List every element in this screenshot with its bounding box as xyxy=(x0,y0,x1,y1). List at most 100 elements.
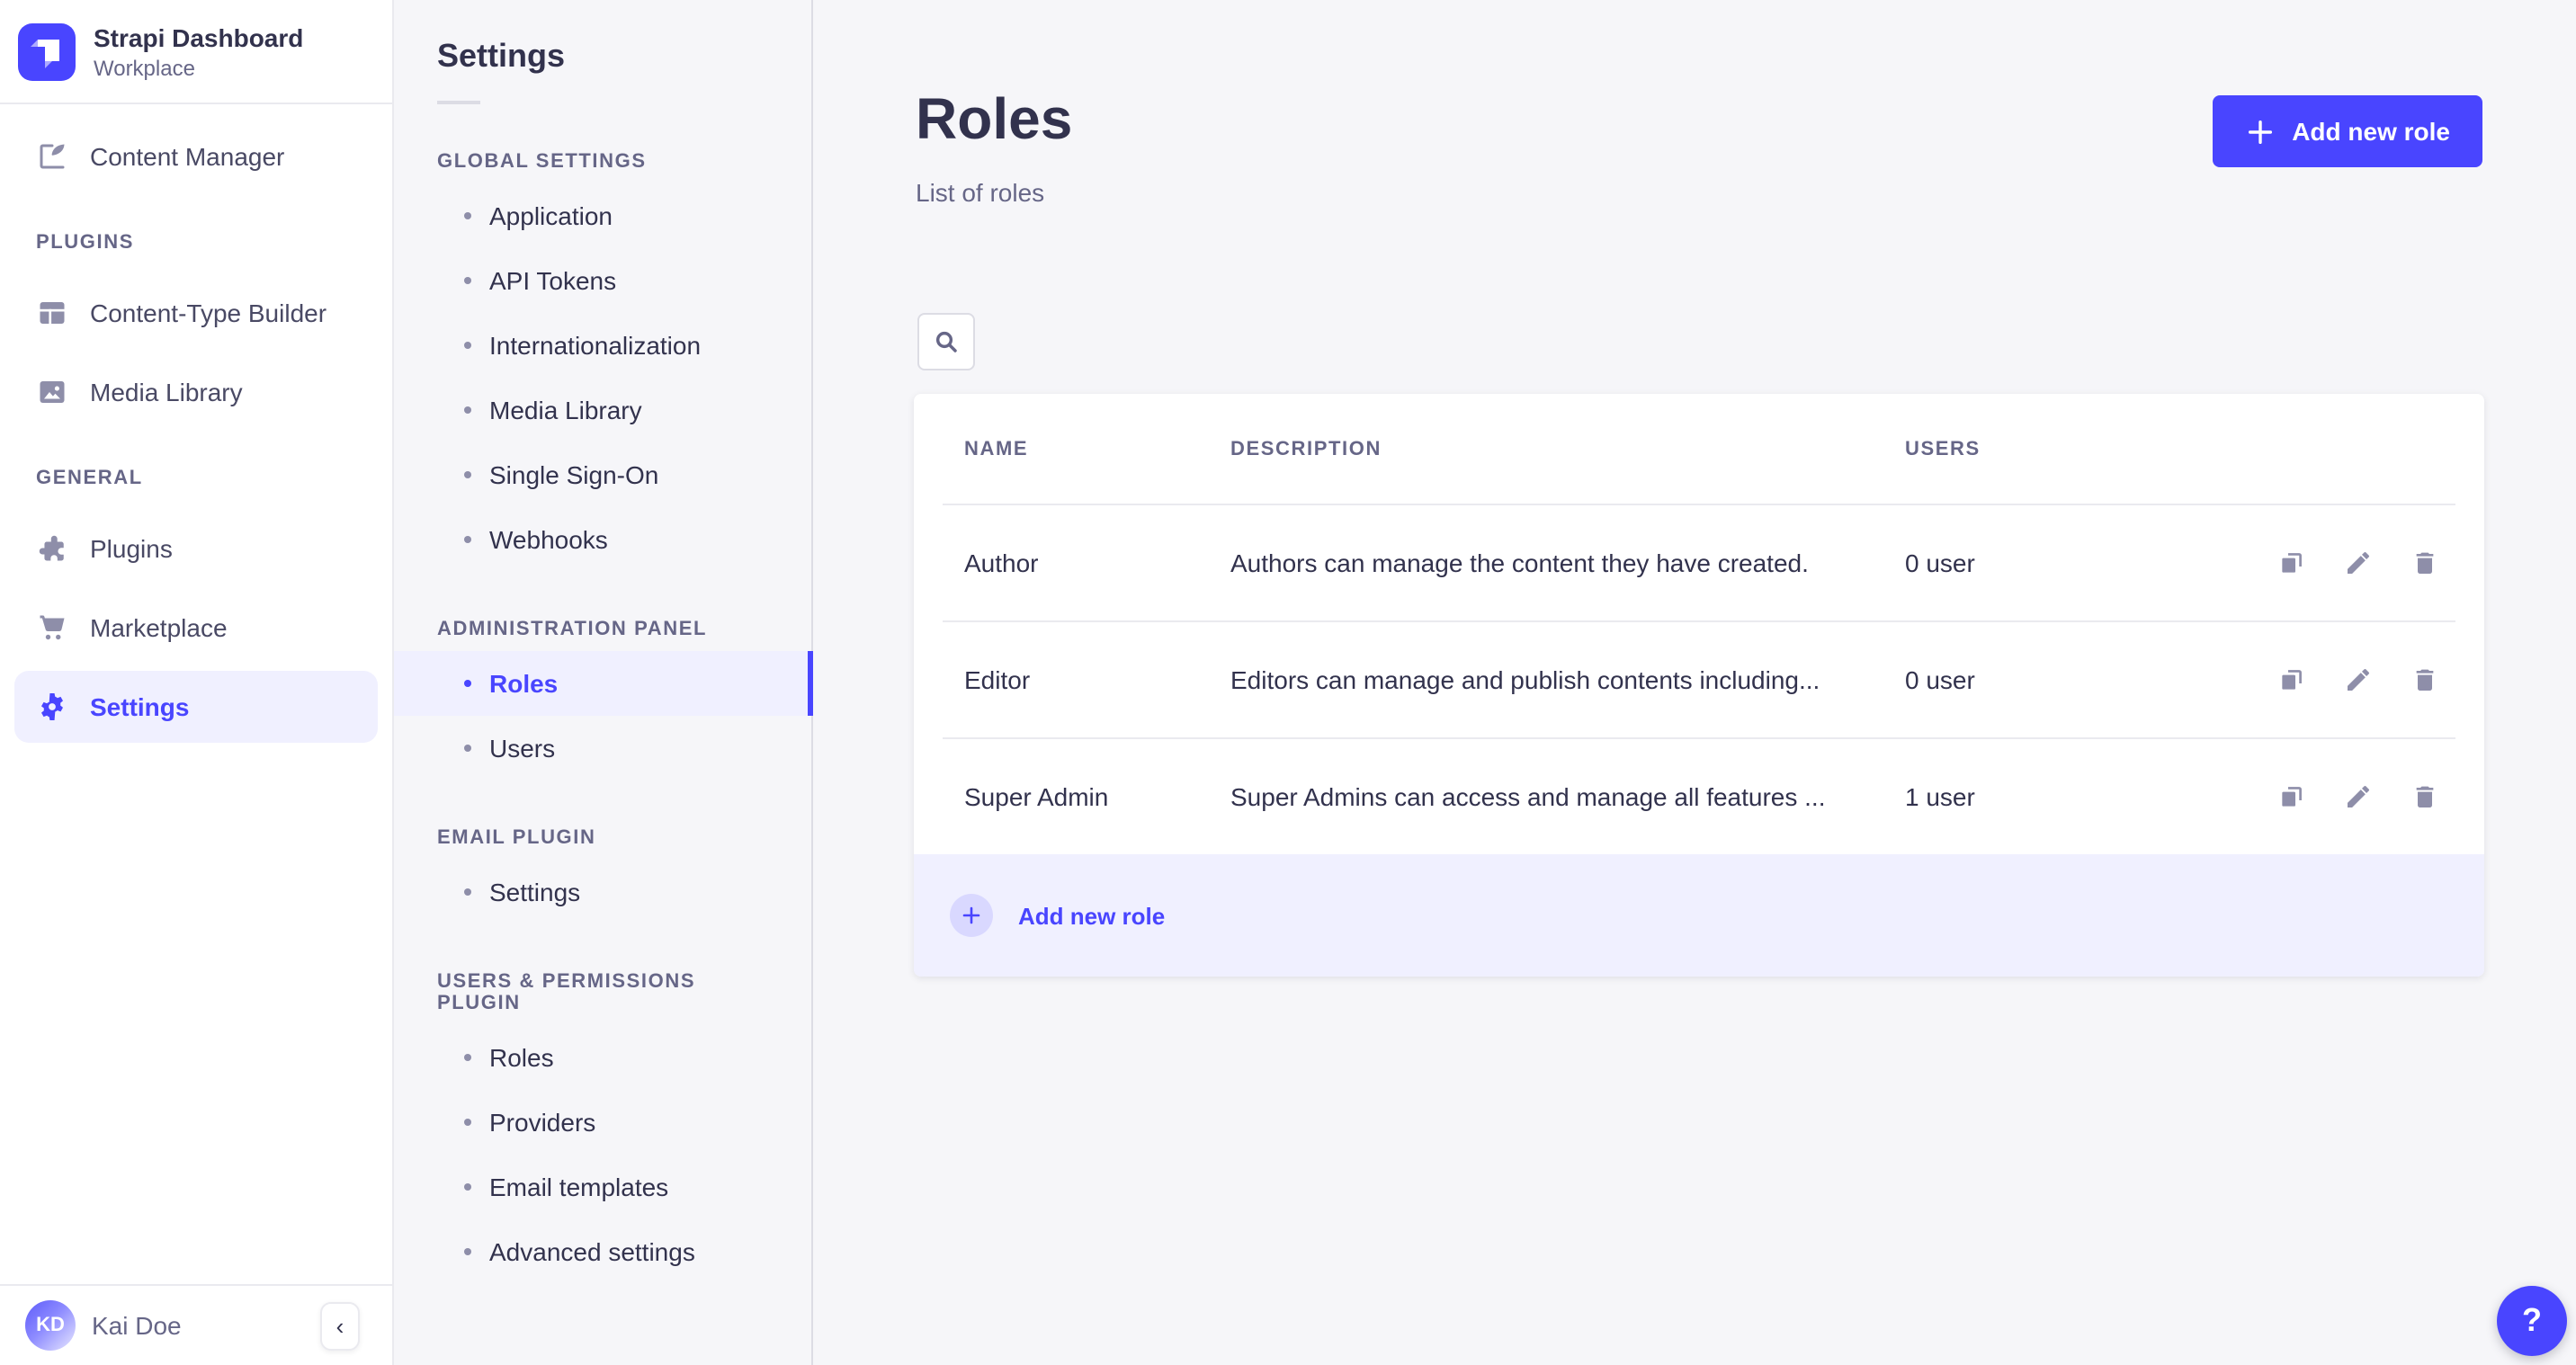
row-actions xyxy=(2225,663,2441,695)
subnav-item-users[interactable]: Users xyxy=(394,716,811,781)
workspace-switcher[interactable]: Strapi Dashboard Workplace xyxy=(0,0,392,103)
main-sidebar: Strapi Dashboard Workplace Content Manag… xyxy=(0,0,394,1365)
trash-icon xyxy=(2416,551,2434,573)
question-mark-icon: ? xyxy=(2522,1302,2542,1338)
sidebar-item-label: Content-Type Builder xyxy=(90,299,327,327)
edit-role-button[interactable] xyxy=(2342,780,2375,812)
chevron-left-icon: ‹ xyxy=(335,1312,344,1339)
subnav-item-label: Single Sign-On xyxy=(489,460,659,489)
subnav-section-email-plugin: EMAIL PLUGIN xyxy=(437,827,596,849)
duplicate-role-button[interactable] xyxy=(2276,780,2308,812)
delete-role-button[interactable] xyxy=(2409,780,2441,812)
subnav-item-api-tokens[interactable]: API Tokens xyxy=(394,248,811,313)
sidebar-section-general: GENERAL xyxy=(36,468,143,489)
sidebar-nav-list: Content Manager PLUGINS Content-Type Bui… xyxy=(0,104,392,1284)
delete-role-button[interactable] xyxy=(2409,663,2441,695)
delete-role-button[interactable] xyxy=(2409,546,2441,578)
collapse-sidebar-button[interactable]: ‹ xyxy=(320,1301,360,1350)
sidebar-item-media-library[interactable]: Media Library xyxy=(14,356,378,428)
subnav-item-email-settings[interactable]: Settings xyxy=(394,860,811,924)
plus-icon xyxy=(2245,116,2276,147)
subnav-item-label: Application xyxy=(489,201,613,230)
page-title: Roles xyxy=(916,86,1073,151)
table-header-row: NAME DESCRIPTION USERS xyxy=(914,394,2484,504)
subnav-item-label: Users xyxy=(489,734,556,763)
strapi-logo-icon xyxy=(18,23,76,81)
role-users-count: 0 user xyxy=(1905,665,1975,693)
sidebar-item-label: Marketplace xyxy=(90,613,228,642)
table-row[interactable]: Super Admin Super Admins can access and … xyxy=(914,737,2484,854)
sidebar-item-marketplace[interactable]: Marketplace xyxy=(14,592,378,664)
subnav-item-label: Email templates xyxy=(489,1173,669,1201)
cart-icon xyxy=(36,611,68,644)
subnav-item-webhooks[interactable]: Webhooks xyxy=(394,507,811,572)
sidebar-item-plugins[interactable]: Plugins xyxy=(14,513,378,584)
subnav-item-label: Internationalization xyxy=(489,331,702,360)
role-description: Super Admins can access and manage all f… xyxy=(1230,781,1826,810)
sidebar-item-settings[interactable]: Settings xyxy=(14,671,378,743)
pencil-icon xyxy=(2348,785,2369,807)
role-description: Authors can manage the content they have… xyxy=(1230,548,1809,576)
sidebar-item-label: Settings xyxy=(90,692,190,721)
edit-role-button[interactable] xyxy=(2342,546,2375,578)
role-users-count: 1 user xyxy=(1905,781,1975,810)
subnav-item-internationalization[interactable]: Internationalization xyxy=(394,313,811,378)
roles-table: NAME DESCRIPTION USERS Author Authors ca… xyxy=(914,394,2484,977)
layout-icon xyxy=(36,297,68,329)
user-profile[interactable]: KD Kai Doe ‹ xyxy=(0,1286,392,1365)
subnav-item-email-templates[interactable]: Email templates xyxy=(394,1155,811,1219)
subnav-item-label: Providers xyxy=(489,1108,596,1137)
sidebar-item-label: Content Manager xyxy=(90,142,285,171)
puzzle-icon xyxy=(36,532,68,565)
role-users-count: 0 user xyxy=(1905,548,1975,576)
content-manager-icon xyxy=(36,140,68,173)
subnav-item-label: Advanced settings xyxy=(489,1237,695,1266)
settings-subnav: Settings GLOBAL SETTINGS Application API… xyxy=(394,0,813,1365)
subnav-item-label: Media Library xyxy=(489,396,642,424)
user-name: Kai Doe xyxy=(92,1311,182,1340)
edit-role-button[interactable] xyxy=(2342,663,2375,695)
pencil-icon xyxy=(2348,668,2369,690)
subnav-section-global-settings: GLOBAL SETTINGS xyxy=(437,151,647,173)
subnav-item-providers[interactable]: Providers xyxy=(394,1090,811,1155)
table-add-new-role-label: Add new role xyxy=(1018,902,1166,929)
table-row[interactable]: Author Authors can manage the content th… xyxy=(914,504,2484,620)
add-new-role-label: Add new role xyxy=(2292,117,2450,146)
app-root: Strapi Dashboard Workplace Content Manag… xyxy=(0,0,2576,1365)
subnav-title-divider xyxy=(437,101,480,104)
subnav-item-media-library[interactable]: Media Library xyxy=(394,378,811,442)
subnav-item-single-sign-on[interactable]: Single Sign-On xyxy=(394,442,811,507)
app-title: Strapi Dashboard xyxy=(94,23,304,53)
help-button[interactable]: ? xyxy=(2497,1286,2567,1356)
sidebar-item-content-manager[interactable]: Content Manager xyxy=(14,120,378,192)
duplicate-role-button[interactable] xyxy=(2276,663,2308,695)
subnav-section-users-permissions-plugin: USERS & PERMISSIONS PLUGIN xyxy=(437,971,696,1014)
sidebar-item-content-type-builder[interactable]: Content-Type Builder xyxy=(14,277,378,349)
subnav-title: Settings xyxy=(437,38,566,74)
row-actions xyxy=(2225,780,2441,812)
subnav-item-roles[interactable]: Roles xyxy=(394,651,813,716)
trash-icon xyxy=(2416,785,2434,807)
role-name: Author xyxy=(964,548,1039,576)
main-content: Roles List of roles Add new role NAME DE… xyxy=(813,0,2576,1365)
search-icon xyxy=(932,327,961,356)
table-row[interactable]: Editor Editors can manage and publish co… xyxy=(914,620,2484,737)
subnav-item-advanced-settings[interactable]: Advanced settings xyxy=(394,1219,811,1284)
subnav-item-application[interactable]: Application xyxy=(394,183,811,248)
subnav-item-up-roles[interactable]: Roles xyxy=(394,1025,811,1090)
search-button[interactable] xyxy=(917,313,975,370)
column-header-name: NAME xyxy=(964,438,1029,459)
duplicate-role-button[interactable] xyxy=(2276,546,2308,578)
subnav-item-label: Webhooks xyxy=(489,525,608,554)
add-new-role-button[interactable]: Add new role xyxy=(2213,95,2482,167)
duplicate-icon xyxy=(2282,552,2302,572)
row-actions xyxy=(2225,546,2441,578)
role-name: Editor xyxy=(964,665,1031,693)
subnav-item-label: Roles xyxy=(489,1043,554,1072)
subnav-section-administration-panel: ADMINISTRATION PANEL xyxy=(437,619,708,640)
sidebar-item-label: Media Library xyxy=(90,378,243,406)
table-add-new-role-row[interactable]: Add new role xyxy=(914,854,2484,977)
subnav-item-label: Roles xyxy=(489,669,559,698)
column-header-description: DESCRIPTION xyxy=(1230,438,1382,459)
trash-icon xyxy=(2416,668,2434,690)
